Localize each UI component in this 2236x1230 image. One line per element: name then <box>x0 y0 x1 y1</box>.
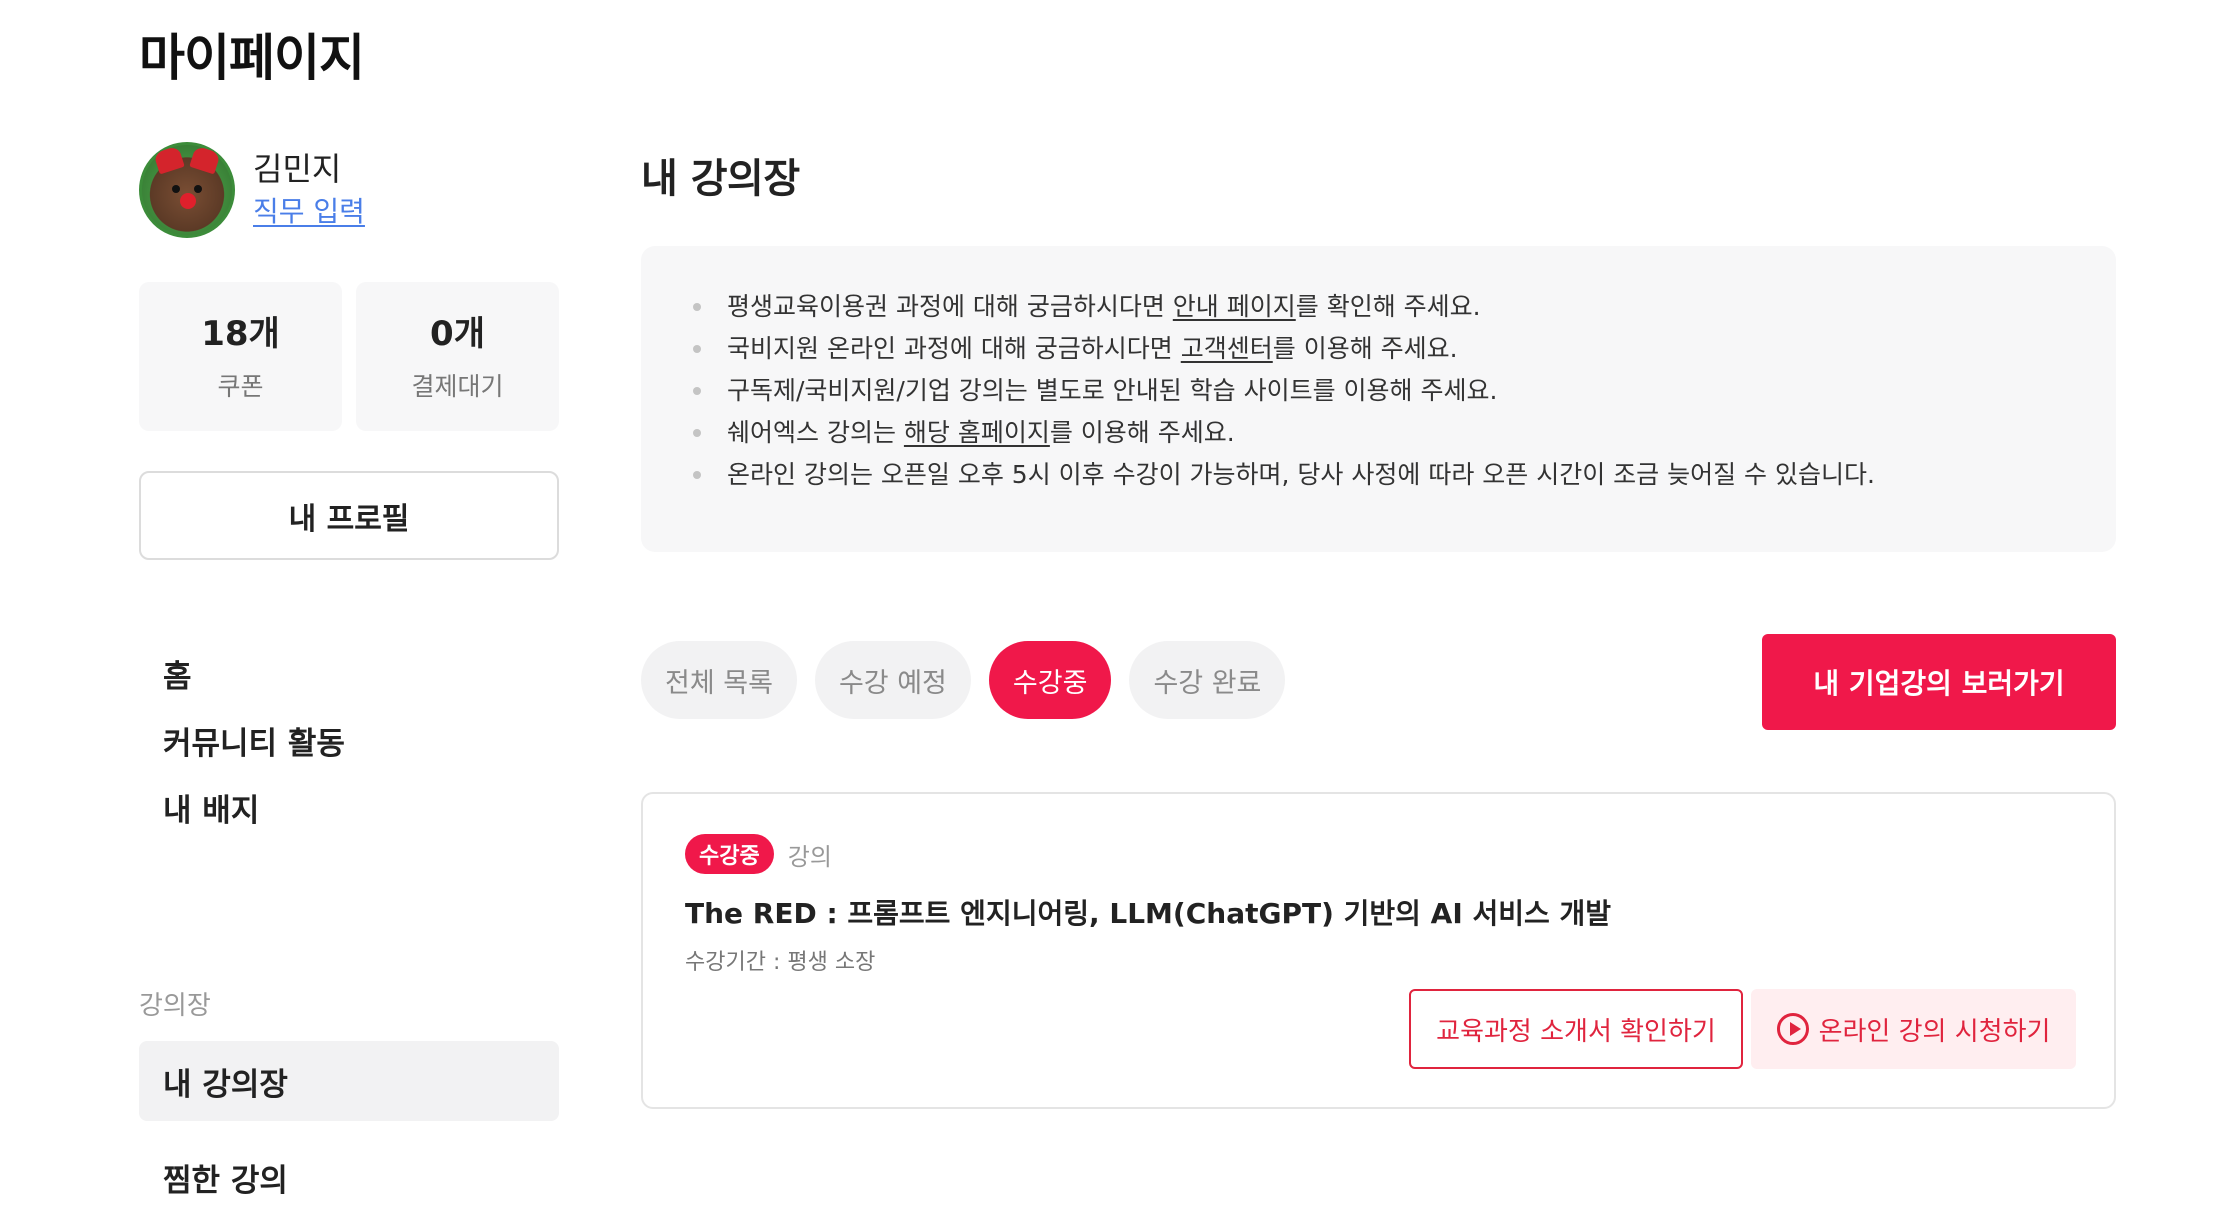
filter-tabs: 전체 목록 수강 예정 수강중 수강 완료 <box>641 641 1286 719</box>
notice-list: 평생교육이용권 과정에 대해 궁금하시다면 안내 페이지를 확인해 주세요. 국… <box>693 286 2116 496</box>
course-badges: 수강중 강의 <box>685 834 832 874</box>
course-card: 수강중 강의 The RED : 프롬프트 엔지니어링, LLM(ChatGPT… <box>641 792 2116 1109</box>
user-name: 김민지 <box>253 150 342 188</box>
notice-item: 온라인 강의는 오픈일 오후 5시 이후 수강이 가능하며, 당사 사정에 따라… <box>693 454 2116 496</box>
stat-pending-payment[interactable]: 0개 결제대기 <box>356 282 559 431</box>
notice-text: 를 확인해 주세요. <box>1295 292 1481 321</box>
notice-item: 국비지원 온라인 과정에 대해 궁금하시다면 고객센터를 이용해 주세요. <box>693 328 2116 370</box>
antler-icon <box>189 145 221 175</box>
eye-icon <box>172 185 180 193</box>
tab-all[interactable]: 전체 목록 <box>641 641 797 719</box>
eye-icon <box>194 185 202 193</box>
stat-value: 18개 <box>201 313 280 354</box>
sidebar-item-my-classroom[interactable]: 내 강의장 <box>139 1041 559 1121</box>
my-page: 마이페이지 김민지 직무 입력 18개 쿠폰 0개 결제대기 내 프로필 홈 커… <box>0 0 2236 1230</box>
job-input-link[interactable]: 직무 입력 <box>253 195 365 228</box>
watch-course-button[interactable]: 온라인 강의 시청하기 <box>1751 989 2076 1069</box>
course-intro-button[interactable]: 교육과정 소개서 확인하기 <box>1409 989 1743 1069</box>
corporate-courses-button[interactable]: 내 기업강의 보러가기 <box>1762 634 2116 730</box>
sidebar-section-label: 강의장 <box>139 991 211 1021</box>
course-period: 수강기간 : 평생 소장 <box>685 950 876 975</box>
antler-icon <box>153 145 185 175</box>
tab-upcoming[interactable]: 수강 예정 <box>814 641 971 719</box>
tab-in-progress[interactable]: 수강중 <box>988 641 1112 719</box>
my-profile-button[interactable]: 내 프로필 <box>139 471 559 560</box>
stat-label: 결제대기 <box>411 371 504 401</box>
nose-icon <box>180 193 196 209</box>
stat-value: 0개 <box>430 313 485 354</box>
notice-text: 평생교육이용권 과정에 대해 궁금하시다면 <box>727 292 1173 321</box>
stat-coupon[interactable]: 18개 쿠폰 <box>139 282 342 431</box>
stat-label: 쿠폰 <box>217 371 264 401</box>
notice-item: 평생교육이용권 과정에 대해 궁금하시다면 안내 페이지를 확인해 주세요. <box>693 286 2116 328</box>
tab-completed[interactable]: 수강 완료 <box>1129 641 1286 719</box>
notice-text: 를 이용해 주세요. <box>1272 334 1458 363</box>
page-title: 마이페이지 <box>139 29 365 87</box>
notice-text: 를 이용해 주세요. <box>1049 418 1235 447</box>
guide-page-link[interactable]: 안내 페이지 <box>1173 292 1296 321</box>
sidebar-item-badges[interactable]: 내 배지 <box>139 767 559 847</box>
course-type-label: 강의 <box>787 842 832 871</box>
notice-item: 구독제/국비지원/기업 강의는 별도로 안내된 학습 사이트를 이용해 주세요. <box>693 370 2116 412</box>
notice-box: 평생교육이용권 과정에 대해 궁금하시다면 안내 페이지를 확인해 주세요. 국… <box>641 246 2116 552</box>
profile-text: 김민지 직무 입력 <box>253 147 365 233</box>
homepage-link[interactable]: 해당 홈페이지 <box>904 418 1050 447</box>
profile-summary: 김민지 직무 입력 <box>139 140 559 240</box>
sidebar: 김민지 직무 입력 18개 쿠폰 0개 결제대기 내 프로필 <box>139 140 559 560</box>
play-icon <box>1776 1013 1809 1045</box>
course-title[interactable]: The RED : 프롬프트 엔지니어링, LLM(ChatGPT) 기반의 A… <box>685 892 1611 932</box>
section-title: 내 강의장 <box>641 156 800 202</box>
stats: 18개 쿠폰 0개 결제대기 <box>139 282 559 431</box>
status-badge: 수강중 <box>685 834 774 874</box>
notice-text: 국비지원 온라인 과정에 대해 궁금하시다면 <box>727 334 1181 363</box>
notice-text: 쉐어엑스 강의는 <box>727 418 904 447</box>
notice-item: 쉐어엑스 강의는 해당 홈페이지를 이용해 주세요. <box>693 412 2116 454</box>
watch-course-label: 온라인 강의 시청하기 <box>1818 1016 2051 1047</box>
avatar[interactable] <box>139 142 235 238</box>
sidebar-item-wishlist[interactable]: 찜한 강의 <box>139 1137 559 1217</box>
customer-center-link[interactable]: 고객센터 <box>1181 334 1273 363</box>
